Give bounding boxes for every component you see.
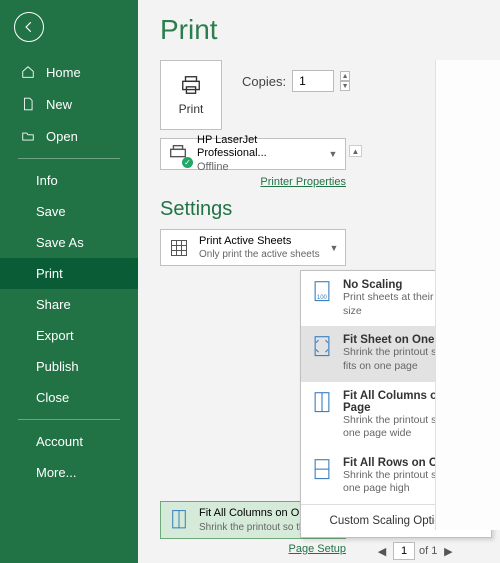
sidebar-item-share[interactable]: Share: [0, 289, 138, 320]
print-area-dropdown[interactable]: Print Active Sheets Only print the activ…: [160, 229, 346, 266]
sidebar-item-export[interactable]: Export: [0, 320, 138, 351]
sidebar-item-new[interactable]: New: [0, 88, 138, 120]
svg-text:100: 100: [317, 295, 328, 301]
new-icon: [20, 96, 36, 112]
prev-page-button[interactable]: ◀: [375, 544, 389, 558]
printer-name: HP LaserJet Professional...: [197, 134, 327, 160]
sidebar-item-saveas[interactable]: Save As: [0, 227, 138, 258]
checkmark-icon: ✓: [182, 157, 193, 168]
print-button[interactable]: Print: [160, 60, 222, 130]
sidebar-item-publish[interactable]: Publish: [0, 351, 138, 382]
fit-rows-icon: [309, 457, 335, 483]
sheet-icon: [167, 236, 191, 260]
copies-down[interactable]: ▼: [340, 81, 350, 91]
page-input[interactable]: [393, 542, 415, 560]
sidebar-item-home[interactable]: Home: [0, 56, 138, 88]
sidebar-label: Home: [46, 65, 81, 80]
sidebar-item-open[interactable]: Open: [0, 120, 138, 152]
open-icon: [20, 128, 36, 144]
dropdown-sub: Only print the active sheets: [199, 248, 329, 261]
chevron-down-icon: ▼: [329, 243, 339, 253]
sidebar-label: Open: [46, 129, 78, 144]
divider: [18, 419, 120, 420]
sidebar-label: New: [46, 97, 72, 112]
page-title: Print: [160, 14, 500, 46]
sidebar-item-close[interactable]: Close: [0, 382, 138, 413]
printer-selector[interactable]: ✓ HP LaserJet Professional... Offline ▼: [160, 138, 346, 170]
page-100-icon: 100: [309, 279, 335, 305]
copies-up[interactable]: ▲: [340, 71, 350, 81]
fit-columns-icon: [167, 508, 191, 532]
page-total: of 1: [419, 545, 437, 557]
sidebar-item-print[interactable]: Print: [0, 258, 138, 289]
print-preview: [435, 60, 500, 530]
print-button-label: Print: [179, 102, 204, 116]
next-page-button[interactable]: ▶: [441, 544, 455, 558]
printer-icon: ✓: [167, 142, 191, 166]
printer-icon: [178, 74, 204, 96]
main-panel: Print Print Copies: ▲ ▼ ✓ HP LaserJet Pr…: [138, 0, 500, 563]
page-navigator: ◀ of 1 ▶: [375, 539, 500, 563]
printer-status: Offline: [197, 161, 327, 174]
scroll-up-button[interactable]: ▲: [349, 145, 362, 157]
sidebar-item-account[interactable]: Account: [0, 426, 138, 457]
printer-properties-link[interactable]: Printer Properties: [260, 176, 346, 188]
back-button[interactable]: [14, 12, 44, 42]
fit-columns-icon: [309, 390, 335, 416]
sidebar-item-info[interactable]: Info: [0, 165, 138, 196]
copies-input[interactable]: [292, 70, 334, 92]
home-icon: [20, 64, 36, 80]
copies-label: Copies:: [242, 74, 286, 89]
sidebar: Home New Open Info Save Save As Print Sh…: [0, 0, 138, 563]
divider: [18, 158, 120, 159]
chevron-down-icon: ▼: [327, 149, 339, 159]
dropdown-title: Print Active Sheets: [199, 234, 329, 248]
sidebar-item-more[interactable]: More...: [0, 457, 138, 488]
sidebar-item-save[interactable]: Save: [0, 196, 138, 227]
page-setup-link[interactable]: Page Setup: [289, 543, 347, 555]
fit-page-icon: [309, 334, 335, 360]
